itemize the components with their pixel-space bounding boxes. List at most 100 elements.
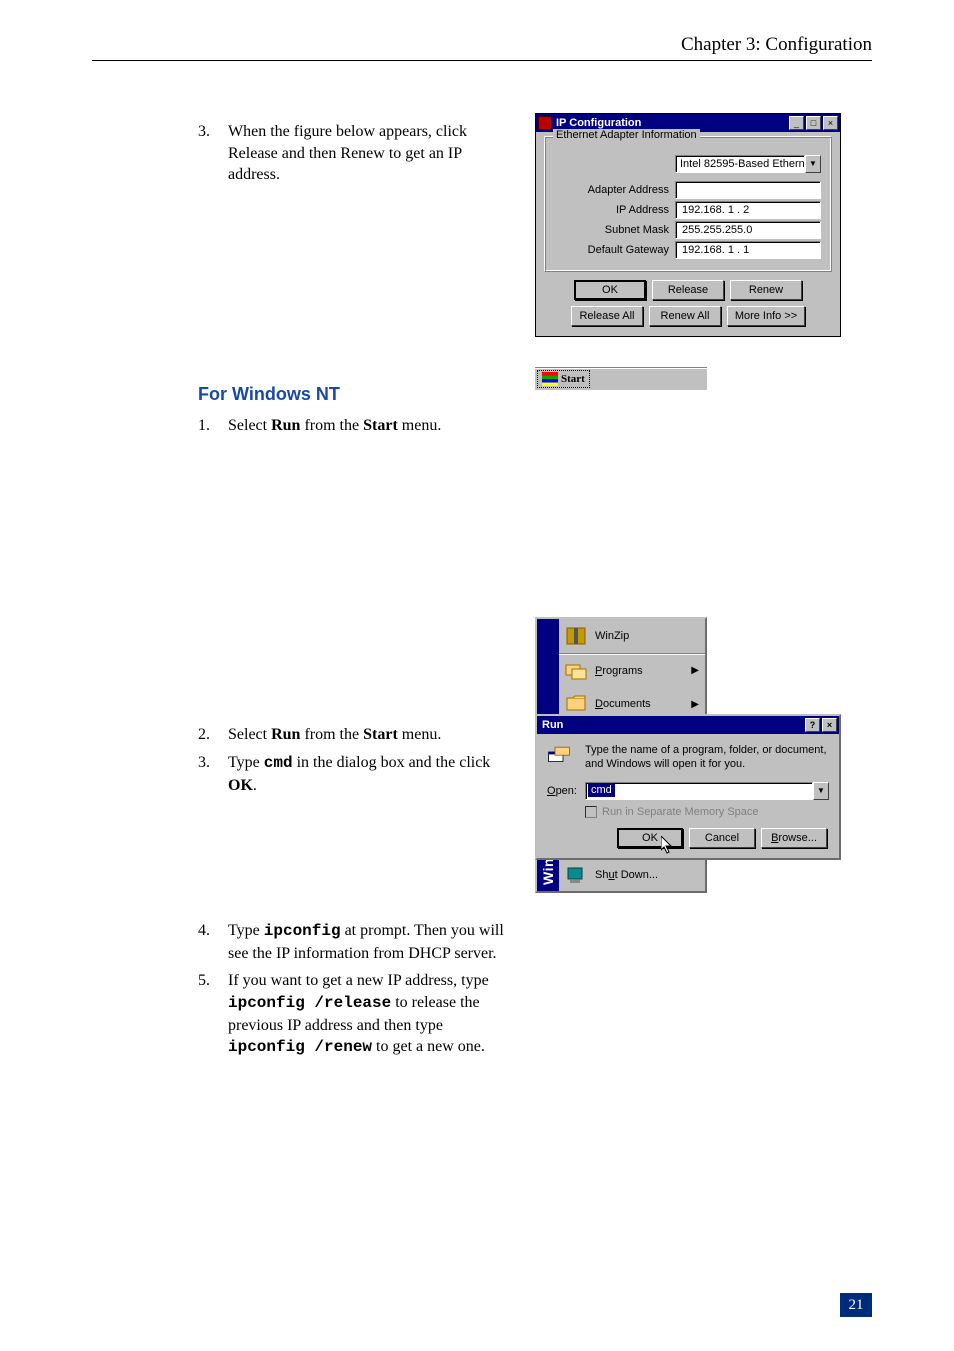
- gateway-row: Default Gateway 192.168. 1 . 1: [555, 241, 821, 259]
- nt-step-1: 1. Select Run from the Start menu.: [198, 415, 513, 437]
- step-number: 2.: [198, 724, 228, 746]
- content-columns: 3. When the figure below appears, click …: [92, 121, 872, 1059]
- run-message-row: Type the name of a program, folder, or d…: [547, 744, 829, 772]
- text: from the: [300, 417, 363, 434]
- nt-step-4: 4. Type ipconfig at prompt. Then you wil…: [198, 920, 513, 964]
- submenu-arrow-icon: ▶: [691, 699, 699, 710]
- run-dialog-icon: [547, 744, 577, 770]
- maximize-button[interactable]: □: [806, 116, 821, 130]
- step-number: 4.: [198, 920, 228, 964]
- text: .: [253, 777, 257, 794]
- page: Chapter 3: Configuration 3. When the fig…: [0, 0, 954, 1351]
- renew-all-button[interactable]: Renew All: [649, 306, 721, 326]
- minimize-button[interactable]: _: [789, 116, 804, 130]
- start-button-label: Start: [561, 373, 585, 385]
- start-item-label: Programs: [595, 665, 691, 677]
- step-text: Type ipconfig at prompt. Then you will s…: [228, 920, 513, 964]
- text: menu.: [398, 417, 442, 434]
- step-text: When the figure below appears, click Rel…: [228, 121, 513, 186]
- release-button[interactable]: Release: [652, 280, 724, 300]
- value-gateway: 192.168. 1 . 1: [675, 241, 821, 259]
- value-adapter-address: [675, 181, 821, 199]
- start-item-shutdown[interactable]: Shut Down...: [559, 857, 705, 891]
- left-column: 3. When the figure below appears, click …: [198, 121, 513, 1059]
- step-number: 1.: [198, 415, 228, 437]
- subnet-row: Subnet Mask 255.255.255.0: [555, 221, 821, 239]
- bold-start: Start: [363, 726, 398, 743]
- submenu-arrow-icon: ▶: [691, 665, 699, 676]
- adapter-dropdown[interactable]: Intel 82595-Based Ethernet ▼: [675, 155, 821, 173]
- mnemonic: u: [608, 869, 614, 881]
- ipconfig-button-row-1: OK Release Renew: [544, 280, 832, 300]
- run-cancel-button[interactable]: Cancel: [689, 828, 755, 848]
- windows-flag-icon: [542, 372, 558, 386]
- run-open-row: Open: cmd ▼: [547, 782, 829, 800]
- cursor-icon: [661, 836, 673, 854]
- run-browse-button[interactable]: Browse...: [761, 828, 827, 848]
- label-gateway: Default Gateway: [555, 244, 675, 256]
- ipconfig-app-icon: [538, 116, 552, 130]
- label: More Info >>: [735, 310, 797, 322]
- label: OK: [642, 832, 658, 844]
- open-combobox[interactable]: cmd ▼: [585, 782, 829, 800]
- step-3-top: 3. When the figure below appears, click …: [198, 121, 513, 186]
- release-all-button[interactable]: Release All: [571, 306, 643, 326]
- open-value: cmd: [588, 783, 615, 797]
- nt-step-5: 5. If you want to get a new IP address, …: [198, 970, 513, 1058]
- checkbox-label: Run in Separate Memory Space: [602, 806, 759, 818]
- nt-step-2: 2. Select Run from the Start menu.: [198, 724, 513, 746]
- label: Renew: [749, 284, 783, 296]
- code-release: ipconfig /release: [228, 994, 391, 1012]
- separate-memory-checkbox[interactable]: [585, 806, 597, 818]
- label-ip-address: IP Address: [555, 204, 675, 216]
- start-item-winzip[interactable]: WinZip: [559, 619, 705, 653]
- ok-button[interactable]: OK: [574, 280, 646, 300]
- run-dialog: Run ? × Type the name of a program, fold…: [535, 714, 841, 860]
- run-ok-button[interactable]: OK: [617, 828, 683, 848]
- bold-run: Run: [271, 726, 300, 743]
- text: in the dialog box and the click: [293, 754, 491, 771]
- renew-button[interactable]: Renew: [730, 280, 802, 300]
- start-item-label: Documents: [595, 698, 691, 710]
- dropdown-arrow-icon[interactable]: ▼: [805, 155, 821, 173]
- bold-ok: OK: [228, 777, 253, 794]
- help-button[interactable]: ?: [805, 718, 820, 732]
- value-subnet: 255.255.255.0: [675, 221, 821, 239]
- bold-start: Start: [363, 417, 398, 434]
- taskbar: Start: [535, 367, 707, 390]
- groupbox-legend: Ethernet Adapter Information: [553, 129, 700, 141]
- more-info-button[interactable]: More Info >>: [727, 306, 805, 326]
- text: to get a new one.: [372, 1038, 485, 1055]
- section-heading-nt: For Windows NT: [198, 384, 513, 405]
- winzip-icon: [563, 623, 589, 649]
- text: Select: [228, 726, 271, 743]
- label-adapter-address: Adapter Address: [555, 184, 675, 196]
- code-renew: ipconfig /renew: [228, 1038, 372, 1056]
- ipconfig-title: IP Configuration: [556, 117, 787, 129]
- adapter-selected: Intel 82595-Based Ethernet: [675, 155, 805, 173]
- run-message-text: Type the name of a program, folder, or d…: [585, 744, 829, 772]
- value-ip-address: 192.168. 1 . 2: [675, 201, 821, 219]
- open-input[interactable]: cmd: [585, 782, 813, 800]
- label: Release All: [579, 310, 634, 322]
- run-checkbox-row: Run in Separate Memory Space: [585, 806, 829, 818]
- run-button-row: OK Cancel Browse...: [547, 828, 829, 848]
- step-number: 3.: [198, 752, 228, 796]
- adapter-address-row: Adapter Address: [555, 181, 821, 199]
- dropdown-arrow-icon[interactable]: ▼: [813, 782, 829, 800]
- right-column: IP Configuration _ □ × Ethernet Adapter …: [535, 121, 872, 1059]
- code-cmd: cmd: [264, 754, 293, 772]
- start-button[interactable]: Start: [537, 370, 590, 388]
- text: If you want to get a new IP address, typ…: [228, 972, 489, 989]
- start-item-label: WinZip: [595, 630, 701, 642]
- text: Select: [228, 417, 271, 434]
- label: Release: [668, 284, 708, 296]
- run-titlebar[interactable]: Run ? ×: [537, 716, 839, 734]
- close-button[interactable]: ×: [822, 718, 837, 732]
- mnemonic: P: [595, 665, 602, 677]
- mnemonic: D: [595, 698, 603, 710]
- close-button[interactable]: ×: [823, 116, 838, 130]
- step-number: 3.: [198, 121, 228, 186]
- open-label: Open:: [547, 785, 579, 797]
- start-item-programs[interactable]: Programs ▶: [559, 653, 705, 687]
